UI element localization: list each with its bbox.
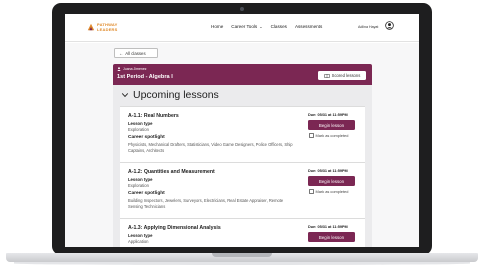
webcam [240, 7, 244, 11]
nav-item-career-tools[interactable]: Career Tools ⌄ [231, 24, 262, 29]
laptop-shadow [14, 262, 470, 265]
main-content: ← All classes Juana Jimenez 1st Period -… [65, 43, 419, 247]
career-spotlight-label: Career spotlight [128, 135, 165, 140]
logo-mark-icon [87, 23, 95, 31]
due-date: Due: 05/31 at 11:59PM [308, 225, 348, 229]
laptop-screen: PATHWAY LEADERS Home Career Tools ⌄ Class… [65, 14, 419, 247]
career-spotlight: Physicists, Mechanical Drafters, Statist… [128, 142, 293, 153]
person-icon [117, 67, 121, 71]
laptop-notch [212, 253, 272, 257]
due-date: Due: 05/31 at 11:59PM [308, 113, 348, 117]
scored-lessons-label: Scored lessons [331, 73, 361, 78]
mark-completed-label: Mark as completed [315, 189, 349, 194]
mark-completed-checkbox[interactable]: Mark as completed [309, 189, 348, 194]
lesson-type: Application [128, 239, 149, 244]
lesson-type: Exploration [128, 183, 149, 188]
section-title: Upcoming lessons [133, 89, 219, 101]
top-navigation-bar: PATHWAY LEADERS Home Career Tools ⌄ Class… [65, 14, 419, 42]
nav-item-assessments[interactable]: Assessments [295, 24, 322, 29]
nav-links: Home Career Tools ⌄ Classes Assessments [211, 24, 322, 29]
all-classes-label: All classes [125, 50, 146, 56]
lesson-type-label: Lesson type [128, 121, 153, 126]
teacher-info: Juana Jimenez [117, 67, 147, 71]
nav-item-career-tools-label: Career Tools [231, 24, 258, 29]
begin-lesson-button[interactable]: Begin lesson [308, 120, 355, 130]
laptop-lid: PATHWAY LEADERS Home Career Tools ⌄ Class… [52, 3, 432, 255]
chevron-down-icon [121, 93, 129, 98]
class-title: 1st Period - Algebra I [117, 74, 173, 80]
scored-lessons-button[interactable]: Scored lessons [318, 71, 366, 80]
arrow-left-icon: ← [119, 50, 124, 56]
career-spotlight: Building Inspectors, Jewelers, Surveyors… [128, 198, 284, 209]
mark-completed-label: Mark as completed [315, 133, 349, 138]
begin-lesson-button[interactable]: Begin lesson [308, 176, 355, 186]
chevron-down-icon: ⌄ [259, 24, 263, 29]
upcoming-lessons-panel: Upcoming lessons A-1.1: Real Numbers Les… [113, 85, 372, 247]
nav-item-classes[interactable]: Classes [271, 24, 287, 29]
career-spotlight-label: Career spotlight [128, 191, 165, 196]
lesson-card: A-1.3: Applying Dimensional Analysis Les… [120, 218, 365, 247]
nav-item-home[interactable]: Home [211, 24, 223, 29]
checkbox[interactable] [309, 133, 314, 138]
begin-lesson-button[interactable]: Begin lesson [308, 232, 355, 242]
logo-text-line2: LEADERS [97, 27, 118, 32]
teacher-name: Juana Jimenez [123, 67, 147, 71]
lesson-title: A-1.2: Quantities and Measurement [128, 169, 215, 175]
lesson-type: Exploration [128, 127, 149, 132]
user-name[interactable]: Adlina Hayat [358, 25, 378, 29]
brand-logo[interactable]: PATHWAY LEADERS [87, 21, 135, 35]
due-date: Due: 05/31 at 11:59PM [308, 169, 348, 173]
class-header: Juana Jimenez 1st Period - Algebra I Sco… [113, 64, 372, 85]
mark-completed-checkbox[interactable]: Mark as completed [309, 133, 348, 138]
all-classes-button[interactable]: ← All classes [114, 48, 158, 58]
upcoming-lessons-toggle[interactable]: Upcoming lessons [121, 89, 219, 101]
checkbox[interactable] [309, 189, 314, 194]
lesson-title: A-1.3: Applying Dimensional Analysis [128, 225, 221, 231]
lesson-card: A-1.2: Quantities and Measurement Lesson… [120, 162, 365, 218]
account-circle-icon[interactable] [385, 21, 394, 30]
scoreboard-icon [323, 73, 330, 78]
lesson-type-label: Lesson type [128, 177, 153, 182]
lesson-card: A-1.1: Real Numbers Lesson type Explorat… [120, 106, 365, 162]
lesson-title: A-1.1: Real Numbers [128, 113, 179, 119]
lesson-type-label: Lesson type [128, 233, 153, 238]
